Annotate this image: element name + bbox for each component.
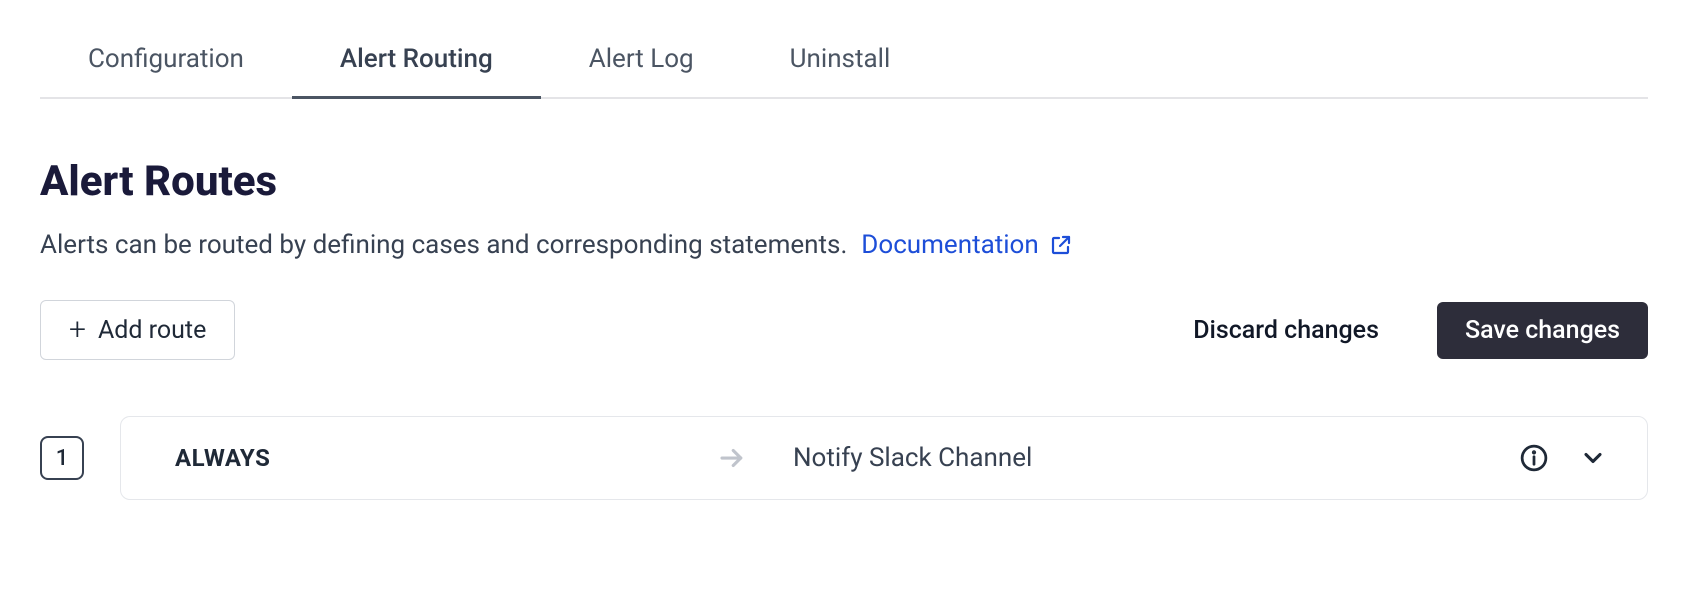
routes-list: 1 ALWAYS Notify Slack Channel <box>40 416 1648 500</box>
tab-alert-log[interactable]: Alert Log <box>541 30 742 99</box>
tab-configuration[interactable]: Configuration <box>40 30 292 99</box>
chevron-down-icon[interactable] <box>1579 444 1607 472</box>
info-icon[interactable] <box>1519 443 1549 473</box>
action-row: + Add route Discard changes Save changes <box>40 300 1648 360</box>
route-number-badge: 1 <box>40 436 84 480</box>
discard-changes-button[interactable]: Discard changes <box>1165 302 1407 359</box>
documentation-link-label: Documentation <box>861 230 1038 260</box>
route-action-label: Notify Slack Channel <box>793 443 1032 473</box>
route-condition: ALWAYS <box>175 444 270 472</box>
route-card[interactable]: ALWAYS Notify Slack Channel <box>120 416 1648 500</box>
page-title: Alert Routes <box>40 157 1648 206</box>
tab-uninstall[interactable]: Uninstall <box>742 30 939 99</box>
tabs-nav: Configuration Alert Routing Alert Log Un… <box>40 0 1648 99</box>
add-route-label: Add route <box>98 316 206 345</box>
route-card-controls <box>1519 443 1607 473</box>
arrow-right-icon <box>717 443 747 473</box>
page-subtitle-row: Alerts can be routed by defining cases a… <box>40 230 1648 260</box>
save-changes-button[interactable]: Save changes <box>1437 302 1648 359</box>
add-route-button[interactable]: + Add route <box>40 300 235 360</box>
page-subtitle-text: Alerts can be routed by defining cases a… <box>40 230 847 260</box>
documentation-link[interactable]: Documentation <box>861 230 1072 260</box>
external-link-icon <box>1049 233 1073 257</box>
route-row: 1 ALWAYS Notify Slack Channel <box>40 416 1648 500</box>
plus-icon: + <box>69 315 86 345</box>
action-right-group: Discard changes Save changes <box>1165 302 1648 359</box>
tab-alert-routing[interactable]: Alert Routing <box>292 30 541 99</box>
